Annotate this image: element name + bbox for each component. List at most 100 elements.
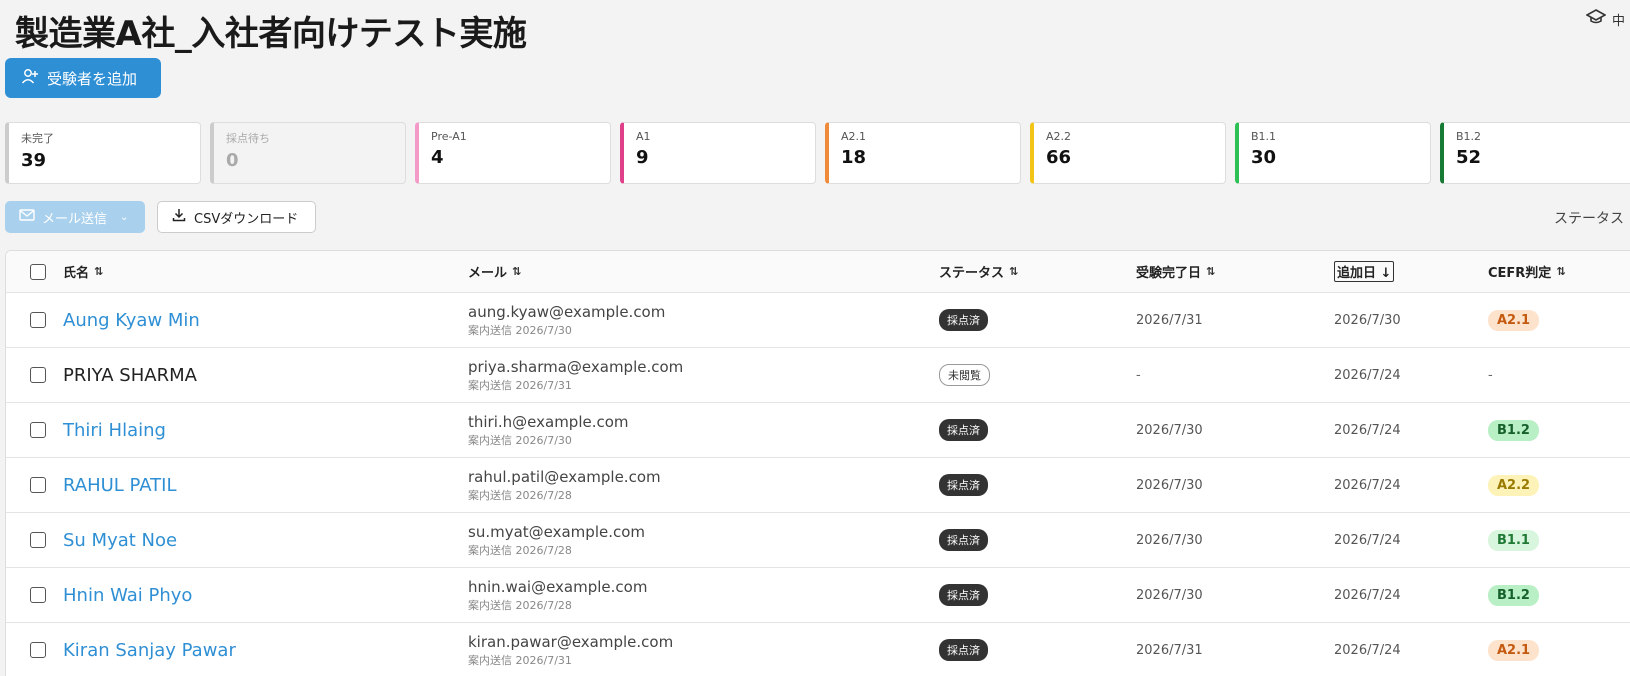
status-badge: 採点済 <box>939 639 988 661</box>
completed-date: 2026/7/30 <box>1136 587 1203 603</box>
send-mail-button[interactable]: メール送信 ⌄ <box>5 201 145 233</box>
stat-value: 30 <box>1251 147 1277 168</box>
stat-label: A1 <box>636 130 651 143</box>
status-filter[interactable]: ステータス <box>1554 208 1624 228</box>
cefr-badge: A2.1 <box>1488 639 1540 661</box>
mail-icon <box>19 209 35 225</box>
examinee-name[interactable]: Hnin Wai Phyo <box>63 585 192 606</box>
row-checkbox[interactable] <box>30 312 46 328</box>
invite-sent-date: 案内送信 2026/7/30 <box>468 323 572 337</box>
examinee-name: PRIYA SHARMA <box>63 364 197 386</box>
invite-sent-date: 案内送信 2026/7/30 <box>468 433 572 447</box>
examinee-email: kiran.pawar@example.com <box>468 632 674 651</box>
invite-sent-date: 案内送信 2026/7/31 <box>468 653 572 667</box>
invite-sent-date: 案内送信 2026/7/28 <box>468 488 572 502</box>
download-icon <box>172 208 186 226</box>
column-header-added-focused: 追加日 ↓ <box>1334 261 1395 282</box>
column-header-status[interactable]: ステータス ⇅ <box>939 251 1018 292</box>
added-date: 2026/7/24 <box>1334 642 1401 658</box>
examinee-email: su.myat@example.com <box>468 522 646 541</box>
status-badge: 採点済 <box>939 474 988 496</box>
completed-date: 2026/7/30 <box>1136 532 1203 548</box>
row-checkbox[interactable] <box>30 587 46 603</box>
stat-card[interactable]: 採点待ち 0 <box>210 122 406 184</box>
cefr-badge: B1.2 <box>1488 584 1539 606</box>
completed-date: 2026/7/30 <box>1136 422 1203 438</box>
sort-icon: ⇅ <box>94 265 104 278</box>
table-row[interactable]: RAHUL PATIL rahul.patil@example.com 案内送信 2… <box>6 458 1630 513</box>
table-header: 氏名 ⇅ メール ⇅ ステータス ⇅ 受験完了日 ⇅ 追加日 ↓ CEFR判定 … <box>6 251 1630 293</box>
examinee-email: aung.kyaw@example.com <box>468 302 666 321</box>
stat-card[interactable]: 未完了 39 <box>5 122 201 184</box>
examinee-name[interactable]: Aung Kyaw Min <box>63 310 200 331</box>
send-mail-label: メール送信 <box>42 211 108 227</box>
examinee-table: 氏名 ⇅ メール ⇅ ステータス ⇅ 受験完了日 ⇅ 追加日 ↓ CEFR判定 … <box>5 250 1630 676</box>
column-header-cefr[interactable]: CEFR判定 ⇅ <box>1488 251 1566 292</box>
examinee-name[interactable]: Kiran Sanjay Pawar <box>63 640 236 661</box>
table-row[interactable]: PRIYA SHARMA priya.sharma@example.com 案内送信… <box>6 348 1630 403</box>
row-checkbox[interactable] <box>30 367 46 383</box>
sort-icon: ⇅ <box>1206 265 1216 278</box>
stat-label: Pre-A1 <box>431 130 467 143</box>
column-header-name[interactable]: 氏名 ⇅ <box>63 251 103 292</box>
stat-label: B1.2 <box>1456 130 1482 143</box>
arrow-down-icon: ↓ <box>1380 266 1392 281</box>
table-row[interactable]: Aung Kyaw Min aung.kyaw@example.com 案内送信 2… <box>6 293 1630 348</box>
examinee-name[interactable]: RAHUL PATIL <box>63 475 177 496</box>
add-examinee-label: 受験者を追加 <box>47 70 138 88</box>
stat-value: 9 <box>636 147 649 168</box>
column-header-completed[interactable]: 受験完了日 ⇅ <box>1136 251 1215 292</box>
top-right-menu[interactable]: 中 <box>1586 8 1630 30</box>
csv-download-button[interactable]: CSVダウンロード <box>157 201 316 233</box>
stat-card[interactable]: Pre-A1 4 <box>415 122 611 184</box>
stat-value: 0 <box>226 150 239 171</box>
row-checkbox[interactable] <box>30 422 46 438</box>
added-date: 2026/7/24 <box>1334 532 1401 548</box>
completed-date: 2026/7/31 <box>1136 312 1203 328</box>
table-row[interactable]: Su Myat Noe su.myat@example.com 案内送信 2026/… <box>6 513 1630 568</box>
examinee-email: priya.sharma@example.com <box>468 357 684 376</box>
row-checkbox[interactable] <box>30 477 46 493</box>
added-date: 2026/7/30 <box>1334 312 1401 328</box>
examinee-email: hnin.wai@example.com <box>468 577 648 596</box>
stat-card[interactable]: A1 9 <box>620 122 816 184</box>
cefr-badge: A2.1 <box>1488 309 1540 331</box>
stat-card[interactable]: A2.1 18 <box>825 122 1021 184</box>
cefr-empty: - <box>1488 367 1493 383</box>
added-date: 2026/7/24 <box>1334 587 1401 603</box>
chevron-down-icon: ⌄ <box>120 211 129 223</box>
stat-card[interactable]: B1.1 30 <box>1235 122 1431 184</box>
invite-sent-date: 案内送信 2026/7/28 <box>468 543 572 557</box>
select-all-checkbox[interactable] <box>30 263 46 280</box>
stat-label: B1.1 <box>1251 130 1277 143</box>
examinee-name[interactable]: Thiri Hlaing <box>63 420 166 441</box>
table-row[interactable]: Hnin Wai Phyo hnin.wai@example.com 案内送信 20… <box>6 568 1630 623</box>
added-date: 2026/7/24 <box>1334 477 1401 493</box>
cefr-badge: B1.2 <box>1488 419 1539 441</box>
csv-download-label: CSVダウンロード <box>194 211 299 227</box>
added-date: 2026/7/24 <box>1334 422 1401 438</box>
sort-icon: ⇅ <box>1556 265 1566 278</box>
table-row[interactable]: Kiran Sanjay Pawar kiran.pawar@example.co… <box>6 623 1630 676</box>
add-user-icon <box>21 68 39 88</box>
added-date: 2026/7/24 <box>1334 367 1401 383</box>
top-right-label: 中 <box>1612 13 1626 29</box>
column-header-mail[interactable]: メール ⇅ <box>468 251 521 292</box>
table-row[interactable]: Thiri Hlaing thiri.h@example.com 案内送信 2026… <box>6 403 1630 458</box>
completed-date: - <box>1136 367 1141 383</box>
completed-date: 2026/7/30 <box>1136 477 1203 493</box>
sort-icon: ⇅ <box>512 265 522 278</box>
stat-card[interactable]: B1.2 52 <box>1440 122 1630 184</box>
row-checkbox[interactable] <box>30 642 46 658</box>
add-examinee-button[interactable]: 受験者を追加 <box>5 58 161 98</box>
status-badge: 採点済 <box>939 584 988 606</box>
column-header-added[interactable]: 追加日 ↓ <box>1334 251 1395 292</box>
stat-card[interactable]: A2.2 66 <box>1030 122 1226 184</box>
stat-label: A2.2 <box>1046 130 1072 143</box>
row-checkbox[interactable] <box>30 532 46 548</box>
stat-label: 採点待ち <box>226 132 270 145</box>
sort-icon: ⇅ <box>1009 265 1019 278</box>
examinee-name[interactable]: Su Myat Noe <box>63 530 177 551</box>
examinee-email: thiri.h@example.com <box>468 412 629 431</box>
stat-value: 18 <box>841 147 867 168</box>
